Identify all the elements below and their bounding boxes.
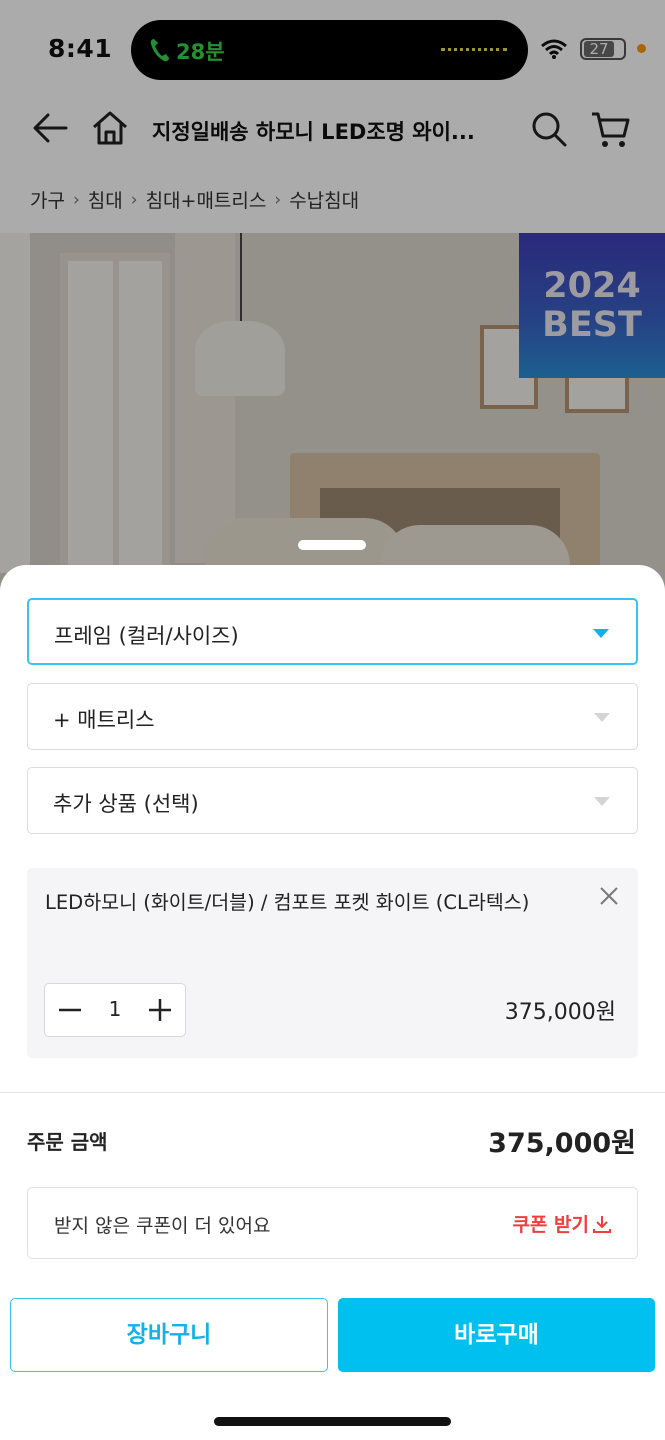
download-icon xyxy=(593,1215,611,1233)
get-coupon-button[interactable]: 쿠폰 받기 xyxy=(512,1210,612,1237)
home-indicator[interactable] xyxy=(214,1417,451,1426)
selected-option-name: LED하모니 (화이트/더블) / 컴포트 포켓 화이트 (CL라텍스) xyxy=(45,891,530,914)
select-label: 추가 상품 (선택) xyxy=(53,792,199,816)
option-price: 375,000원 xyxy=(504,1000,616,1025)
coupon-banner[interactable]: 받지 않은 쿠폰이 더 있어요 쿠폰 받기 xyxy=(27,1187,638,1259)
plus-icon[interactable] xyxy=(146,996,174,1024)
option-bottom-sheet: 프레임 (컬러/사이즈) + 매트리스 추가 상품 (선택) LED하모니 (화… xyxy=(0,565,665,1440)
select-label: + 매트리스 xyxy=(53,708,155,732)
buy-now-button[interactable]: 바로구매 xyxy=(338,1298,655,1372)
sheet-drag-handle[interactable] xyxy=(298,540,366,550)
quantity-value[interactable]: 1 xyxy=(95,997,135,1021)
add-to-cart-button[interactable]: 장바구니 xyxy=(10,1298,328,1372)
divider xyxy=(0,1092,665,1093)
minus-icon[interactable] xyxy=(56,996,84,1024)
dropdown-arrow-icon xyxy=(594,797,610,806)
dropdown-arrow-icon xyxy=(593,629,609,638)
select-label: 프레임 (컬러/사이즈) xyxy=(54,624,239,648)
total-label: 주문 금액 xyxy=(27,1130,108,1154)
coupon-message: 받지 않은 쿠폰이 더 있어요 xyxy=(54,1215,271,1237)
additional-product-select[interactable]: 추가 상품 (선택) xyxy=(27,767,638,834)
frame-option-select[interactable]: 프레임 (컬러/사이즈) xyxy=(27,598,638,665)
total-price: 375,000원 xyxy=(488,1128,636,1159)
get-coupon-label: 쿠폰 받기 xyxy=(512,1214,589,1236)
mattress-option-select[interactable]: + 매트리스 xyxy=(27,683,638,750)
selected-option-card: LED하모니 (화이트/더블) / 컴포트 포켓 화이트 (CL라텍스) 1 3… xyxy=(27,868,638,1058)
dropdown-arrow-icon xyxy=(594,713,610,722)
product-page-background: 8:41 28분 27 지정일배송 하모니 LED조명 와이... 가구 › 침… xyxy=(0,0,665,640)
close-icon[interactable] xyxy=(598,885,620,907)
quantity-stepper: 1 xyxy=(44,983,186,1037)
